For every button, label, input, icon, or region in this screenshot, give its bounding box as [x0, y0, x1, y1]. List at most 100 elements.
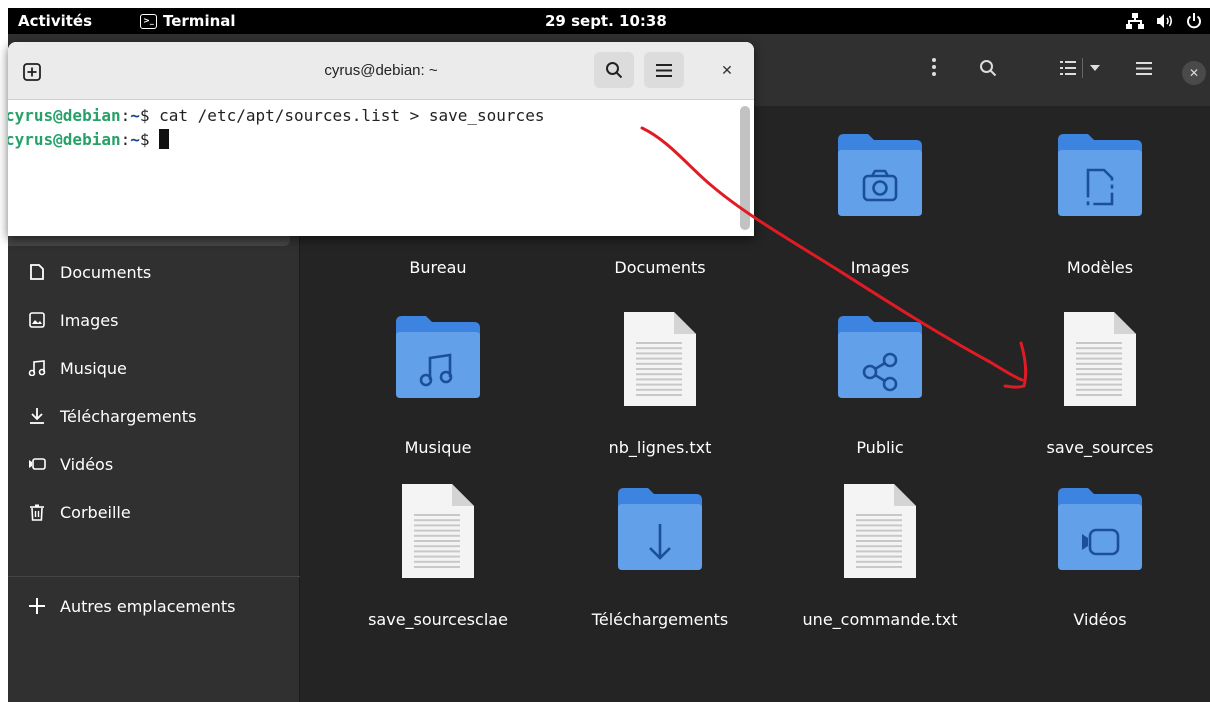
sidebar-item-label: Vidéos: [60, 454, 114, 474]
terminal-window: cyrus@debian: ~ ✕ cyrus@debian:~$ cat /e…: [8, 42, 754, 236]
hamburger-menu-icon: [656, 63, 672, 77]
terminal-output[interactable]: cyrus@debian:~$ cat /etc/apt/sources.lis…: [8, 100, 754, 236]
prompt-separator: :: [120, 130, 131, 149]
app-menu-label: Terminal: [163, 12, 236, 30]
terminal-menu-button[interactable]: [644, 52, 684, 88]
sidebar-item-label: Téléchargements: [60, 406, 197, 426]
file-thumbnail: [990, 308, 1210, 408]
folder-icon: [838, 316, 922, 398]
file-name: Bureau: [409, 258, 467, 277]
hamburger-menu-icon: [1136, 61, 1152, 75]
power-icon: [1187, 13, 1201, 29]
app-menu-terminal[interactable]: >_ Terminal: [140, 8, 236, 34]
file-item[interactable]: nb_lignes.txt: [550, 278, 770, 457]
terminal-header-bar: cyrus@debian: ~ ✕: [8, 42, 754, 100]
file-item[interactable]: save_sources: [990, 278, 1210, 457]
sidebar-item-telechargements[interactable]: Téléchargements: [8, 392, 300, 440]
file-name: Modèles: [1066, 258, 1134, 277]
clock[interactable]: 29 sept. 10:38: [545, 8, 667, 34]
prompt-user: cyrus@debian: [8, 106, 121, 125]
file-item[interactable]: save_sourcesclae: [328, 450, 548, 629]
file-thumbnail: [550, 308, 770, 408]
prompt-user: cyrus@debian: [8, 130, 121, 149]
folder-icon: [1058, 134, 1142, 216]
file-name: une_commande.txt: [802, 610, 958, 629]
file-item[interactable]: Vidéos: [990, 450, 1210, 629]
volume-icon: [1157, 14, 1173, 28]
file-item[interactable]: une_commande.txt: [770, 450, 990, 629]
prompt-end: $: [139, 130, 160, 149]
new-tab-button[interactable]: [18, 58, 46, 86]
close-icon: ✕: [721, 63, 733, 79]
plus-icon: [29, 598, 45, 614]
file-name: Téléchargements: [591, 610, 729, 629]
sidebar-item-label: Autres emplacements: [60, 596, 236, 616]
folder-icon: [1058, 488, 1142, 570]
music-icon: [28, 360, 46, 376]
activities-button[interactable]: Activités: [18, 8, 92, 34]
text-file-icon: [402, 484, 474, 578]
prompt-separator: :: [120, 106, 131, 125]
sidebar-item-images[interactable]: Images: [8, 296, 300, 344]
search-icon: [606, 62, 623, 79]
prompt-path: ~: [130, 130, 140, 149]
close-icon: ✕: [1188, 66, 1200, 80]
file-thumbnail: [550, 480, 770, 580]
terminal-scrollbar[interactable]: [740, 106, 750, 230]
list-view-icon: [1059, 61, 1076, 75]
file-thumbnail: [990, 480, 1210, 580]
terminal-search-button[interactable]: [594, 52, 634, 88]
sidebar-item-label: Musique: [60, 358, 127, 378]
file-name: save_sourcesclae: [368, 610, 508, 629]
terminal-close-button[interactable]: ✕: [714, 58, 740, 84]
folder-icon: [618, 488, 702, 570]
sidebar-item-documents[interactable]: Documents: [8, 248, 300, 296]
file-item[interactable]: Images: [770, 106, 990, 277]
file-name: Vidéos: [1073, 610, 1127, 629]
sidebar-item-musique[interactable]: Musique: [8, 344, 300, 392]
sidebar-item-label: Corbeille: [60, 502, 131, 522]
prompt-path: ~: [130, 106, 140, 125]
file-item[interactable]: Modèles: [990, 106, 1210, 277]
file-thumbnail: [770, 308, 990, 408]
chevron-down-icon: [1089, 65, 1100, 71]
terminal-title: cyrus@debian: ~: [324, 62, 438, 79]
sidebar-item-videos[interactable]: Vidéos: [8, 440, 300, 488]
image-icon: [29, 312, 45, 328]
file-thumbnail: [770, 126, 990, 226]
terminal-line: cyrus@debian:~$: [8, 128, 170, 152]
file-item[interactable]: Musique: [328, 278, 548, 457]
system-status-area[interactable]: [1126, 8, 1202, 34]
files-main-menu-button[interactable]: [1130, 52, 1158, 84]
file-name: Images: [850, 258, 910, 277]
view-options-button[interactable]: [1054, 52, 1106, 84]
folder-icon: [396, 316, 480, 398]
sidebar-item-label: Images: [60, 310, 119, 330]
file-item[interactable]: Public: [770, 278, 990, 457]
file-thumbnail: [328, 480, 548, 580]
document-icon: [30, 264, 44, 280]
new-tab-icon: [23, 63, 41, 81]
text-file-icon: [1064, 312, 1136, 406]
video-icon: [29, 458, 46, 470]
location-menu-button[interactable]: [924, 52, 944, 82]
folder-icon: [838, 134, 922, 216]
command-text: cat /etc/apt/sources.list > save_sources: [159, 106, 545, 125]
files-close-button[interactable]: ✕: [1182, 61, 1206, 85]
download-icon: [30, 408, 44, 424]
file-thumbnail: [770, 480, 990, 580]
sidebar-item-corbeille[interactable]: Corbeille: [8, 488, 300, 536]
files-search-button[interactable]: [974, 52, 1002, 84]
text-file-icon: [844, 484, 916, 578]
text-file-icon: [624, 312, 696, 406]
sidebar-item-label: Documents: [60, 262, 152, 282]
top-bar: Activités >_ Terminal 29 sept. 10:38: [8, 8, 1210, 34]
prompt-end: $: [139, 106, 160, 125]
search-icon: [980, 60, 997, 77]
sidebar-item-other-locations[interactable]: Autres emplacements: [8, 582, 300, 630]
terminal-cursor: [159, 129, 170, 149]
trash-icon: [30, 504, 44, 521]
file-name: Documents: [614, 258, 706, 277]
file-item[interactable]: Téléchargements: [550, 450, 770, 629]
file-thumbnail: [990, 126, 1210, 226]
